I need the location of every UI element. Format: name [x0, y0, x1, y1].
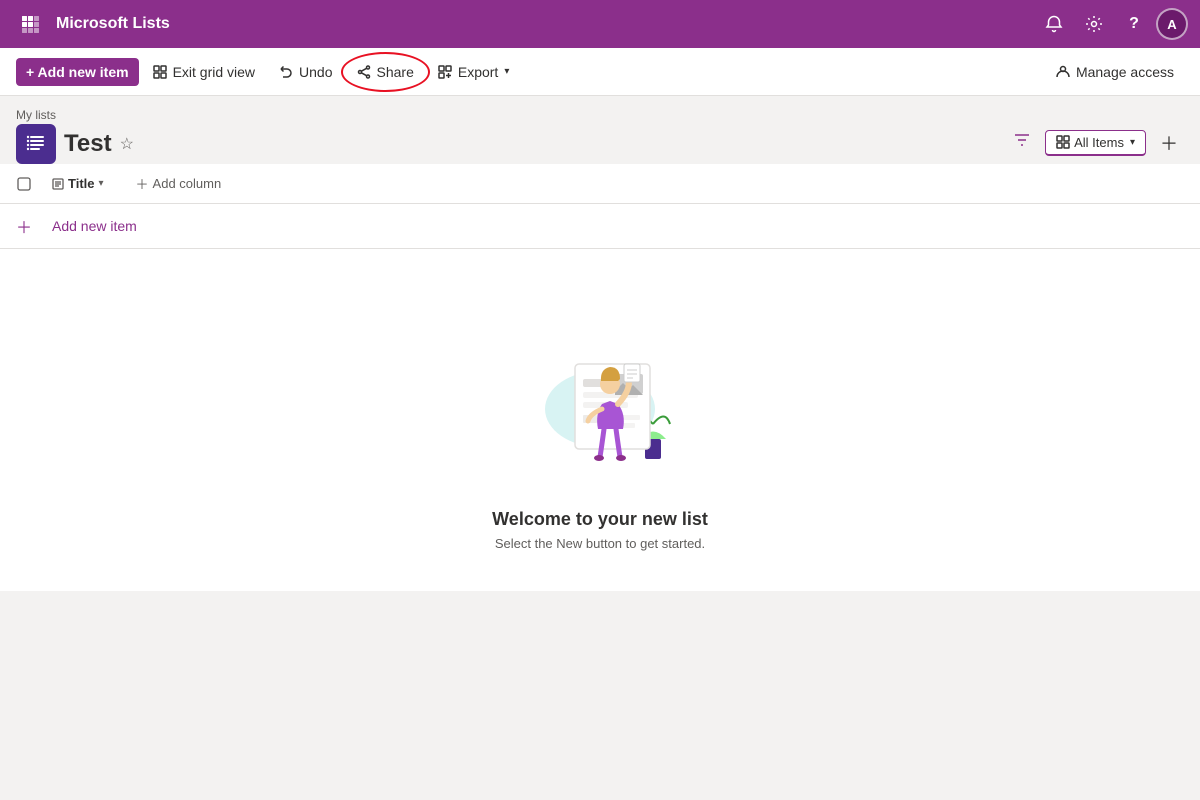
notifications-button[interactable] — [1036, 6, 1072, 42]
favorite-star-icon[interactable]: ☆ — [120, 134, 134, 154]
empty-illustration — [520, 309, 680, 489]
app-title: Microsoft Lists — [56, 15, 170, 33]
top-navigation: Microsoft Lists ? A — [0, 0, 1200, 48]
view-dropdown-arrow: ▾ — [1130, 137, 1135, 148]
toolbar-right: Manage access — [1046, 58, 1184, 86]
add-column-plus: ＋ — [136, 174, 149, 193]
share-button[interactable]: Share — [347, 58, 424, 86]
list-content: Title ▾ ＋ Add column ＋ Add new item — [0, 164, 1200, 591]
view-selector[interactable]: All Items ▾ — [1045, 130, 1146, 156]
page-title-section: My lists Test ☆ — [16, 108, 134, 164]
empty-state-title: Welcome to your new list — [492, 509, 708, 530]
nav-right-actions: ? A — [1036, 6, 1188, 42]
export-icon — [438, 65, 452, 79]
title-column-chevron: ▾ — [99, 178, 104, 189]
toolbar: + Add new item Exit grid view Undo Sh — [0, 48, 1200, 96]
breadcrumb: My lists — [16, 108, 134, 122]
settings-button[interactable] — [1076, 6, 1112, 42]
title-column-header[interactable]: Title ▾ — [52, 176, 104, 191]
view-selector-icon — [1056, 135, 1070, 149]
grid-icon — [153, 65, 167, 79]
export-button[interactable]: Export ▾ — [428, 58, 520, 86]
header-checkbox[interactable] — [16, 176, 32, 192]
add-item-label[interactable]: Add new item — [52, 218, 137, 234]
filter-button[interactable] — [1007, 125, 1037, 160]
header-right-controls: All Items ▾ ＋ — [1007, 125, 1184, 164]
add-view-button[interactable]: ＋ — [1154, 126, 1184, 160]
title-column-label: Title — [68, 176, 95, 191]
export-chevron: ▾ — [504, 66, 509, 77]
undo-button[interactable]: Undo — [269, 58, 342, 86]
empty-state-subtitle: Select the New button to get started. — [495, 536, 705, 551]
add-item-row: ＋ Add new item — [0, 204, 1200, 249]
share-button-wrapper: Share — [347, 58, 424, 86]
share-icon — [357, 65, 371, 79]
add-new-item-button[interactable]: + Add new item — [16, 58, 139, 86]
list-icon — [16, 124, 56, 164]
person-icon — [1056, 65, 1070, 79]
page-header: My lists Test ☆ — [0, 96, 1200, 164]
manage-access-button[interactable]: Manage access — [1046, 58, 1184, 86]
page-title: Test — [64, 130, 112, 158]
add-column-button[interactable]: ＋ Add column — [128, 170, 230, 197]
header-checkbox-cell — [16, 176, 52, 192]
empty-state: Welcome to your new list Select the New … — [0, 249, 1200, 591]
apps-grid-button[interactable] — [12, 6, 48, 42]
page-title-row: Test ☆ — [16, 124, 134, 164]
undo-icon — [279, 65, 293, 79]
column-headers: Title ▾ ＋ Add column — [0, 164, 1200, 204]
exit-grid-view-button[interactable]: Exit grid view — [143, 58, 265, 86]
view-label: All Items — [1074, 135, 1124, 150]
title-column-icon — [52, 178, 64, 190]
avatar[interactable]: A — [1156, 8, 1188, 40]
add-item-plus-icon: ＋ — [16, 214, 52, 238]
help-button[interactable]: ? — [1116, 6, 1152, 42]
